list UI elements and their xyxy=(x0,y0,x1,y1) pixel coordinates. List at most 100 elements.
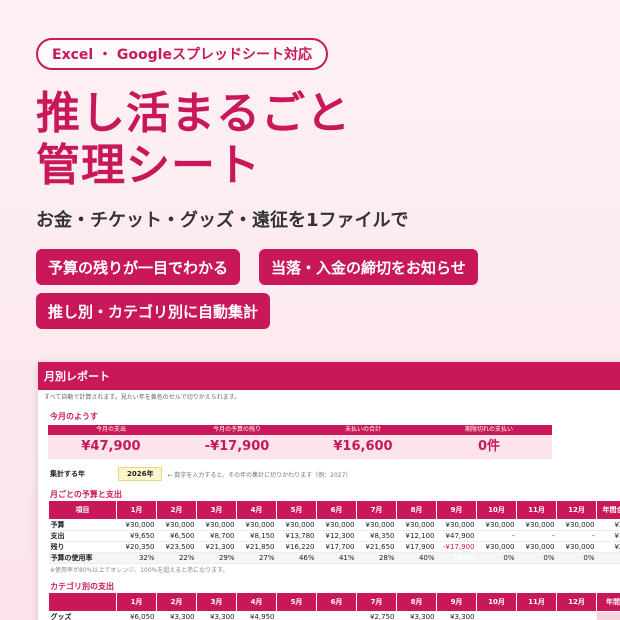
table-cell: ¥47,900 xyxy=(436,530,477,542)
table-cell: 46% xyxy=(276,552,317,564)
summary-value: ¥47,900 xyxy=(48,435,174,459)
column-header: 4月 xyxy=(236,500,277,520)
summary-title: 今月のようす xyxy=(50,412,98,421)
monthly-title: 月ごとの予算と支出 xyxy=(50,490,122,499)
column-header: 12月 xyxy=(556,592,597,612)
table-cell xyxy=(476,611,517,620)
table-cell: ¥21,650 xyxy=(356,541,397,553)
table-cell: ¥30,000 xyxy=(356,519,397,531)
table-cell: - xyxy=(516,530,557,542)
table-cell: ¥30,000 xyxy=(236,519,277,531)
year-selector: 集計する年 2026年 ← 数字を入力すると、その年の集計に切りかわります（例：… xyxy=(38,459,620,481)
table-cell: ¥30,000 xyxy=(196,519,237,531)
table-cell xyxy=(316,611,357,620)
table-cell: 0% xyxy=(516,552,557,564)
summary-value: -¥17,900 xyxy=(174,435,300,459)
table-cell: ¥30,000 xyxy=(156,519,197,531)
table-cell: 0% xyxy=(476,552,517,564)
column-header: 項目 xyxy=(48,500,117,520)
table-cell: ¥16,220 xyxy=(276,541,317,553)
table-cell: 0% xyxy=(556,552,597,564)
table-cell: 22% xyxy=(156,552,197,564)
table-cell: ¥3,300 xyxy=(396,611,437,620)
title-line-2: 管理シート xyxy=(36,140,261,191)
row-header: 支出 xyxy=(48,530,117,542)
table-cell: ¥12,100 xyxy=(396,530,437,542)
summary-label: 今月の支出 xyxy=(48,425,174,435)
monthly-table: 項目1月2月3月4月5月6月7月8月9月10月11月12月年間合計予算¥30,0… xyxy=(48,500,620,564)
column-header: 7月 xyxy=(356,592,397,612)
column-header: 3月 xyxy=(196,500,237,520)
table-cell: 40% xyxy=(396,552,437,564)
table-row: グッズ ¥6,050 ¥3,300 ¥3,300 ¥4,950 ¥2,750 ¥3,300 ¥… xyxy=(48,611,620,620)
column-header: 5月 xyxy=(276,592,317,612)
table-cell: 29% xyxy=(196,552,237,564)
table-cell: ¥8,350 xyxy=(356,530,397,542)
table-cell: ¥127, xyxy=(596,530,620,542)
row-header: 予算の使用率 xyxy=(48,552,117,564)
table-cell: ¥30,000 xyxy=(316,519,357,531)
category-title: カテゴリ別の支出 xyxy=(50,582,114,591)
page-title: 推し活まるごと 管理シート xyxy=(36,88,351,192)
year-label: 集計する年 xyxy=(50,470,85,478)
spreadsheet-preview: 月別レポート すべて自動で計算されます。見たい年を黄色のセルで切りかえられます。… xyxy=(38,362,620,620)
table-row: 支出 ¥9,650 ¥6,500 ¥8,700 ¥8,150 ¥13,780 ¥12,300… xyxy=(48,530,620,542)
column-header: 7月 xyxy=(356,500,397,520)
year-input[interactable]: 2026年 xyxy=(118,467,163,481)
table-cell: ¥30,000 xyxy=(276,519,317,531)
table-cell: ¥21,850 xyxy=(236,541,277,553)
column-header: 年間合 xyxy=(596,592,620,612)
sheet-title: 月別レポート xyxy=(38,362,620,390)
summary-card: 期限切れの支払い 0件 xyxy=(426,425,552,459)
column-header: 4月 xyxy=(236,592,277,612)
table-cell: ¥9,650 xyxy=(116,530,157,542)
column-header: 9月 xyxy=(436,500,477,520)
table-cell: ¥30,000 xyxy=(116,519,157,531)
summary-cards: 今月の支出 ¥47,900 今月の予算の残り -¥17,900 未払いの合計 ¥… xyxy=(48,425,552,459)
table-row: 予算 ¥30,000 ¥30,000 ¥30,000 ¥30,000 ¥30,000 ¥30… xyxy=(48,519,620,531)
summary-card: 今月の支出 ¥47,900 xyxy=(48,425,174,459)
table-cell: ¥8,150 xyxy=(236,530,277,542)
table-cell xyxy=(556,611,597,620)
table-cell: ¥360, xyxy=(596,519,620,531)
table-cell: 160% xyxy=(436,552,477,564)
monthly-note: ※使用率が80%以上でオレンジ、100%を超えると赤になります。 xyxy=(50,567,229,574)
column-header: 6月 xyxy=(316,592,357,612)
column-header: 10月 xyxy=(476,592,517,612)
table-cell: ¥30,000 xyxy=(556,519,597,531)
table-cell: ¥17,700 xyxy=(316,541,357,553)
table-cell: ¥17,900 xyxy=(396,541,437,553)
column-header: 6月 xyxy=(316,500,357,520)
column-header: 年間合計 xyxy=(596,500,620,520)
table-cell: ¥232, xyxy=(596,541,620,553)
column-header xyxy=(48,592,117,612)
column-header: 10月 xyxy=(476,500,517,520)
table-cell xyxy=(596,611,620,620)
column-header: 3月 xyxy=(196,592,237,612)
table-cell: ¥30,000 xyxy=(476,541,517,553)
category-table: 1月2月3月4月5月6月7月8月9月10月11月12月年間合グッズ¥6,050¥… xyxy=(48,592,620,620)
table-cell: ¥3,300 xyxy=(196,611,237,620)
summary-value: 0件 xyxy=(426,435,552,459)
column-header: 5月 xyxy=(276,500,317,520)
row-header: グッズ xyxy=(48,611,117,620)
summary-card: 今月の予算の残り -¥17,900 xyxy=(174,425,300,459)
row-header: 予算 xyxy=(48,519,117,531)
table-cell xyxy=(276,611,317,620)
column-header: 9月 xyxy=(436,592,477,612)
title-line-1: 推し活まるごと xyxy=(36,88,351,139)
table-cell: ¥3,300 xyxy=(156,611,197,620)
subtitle: お金・チケット・グッズ・遠征を1ファイルで xyxy=(36,210,409,231)
table-cell: 27% xyxy=(236,552,277,564)
table-cell xyxy=(596,552,620,564)
summary-label: 期限切れの支払い xyxy=(426,425,552,435)
table-cell: ¥30,000 xyxy=(476,519,517,531)
sheet-note: すべて自動で計算されます。見たい年を黄色のセルで切りかえられます。 xyxy=(44,394,241,401)
table-cell: ¥23,500 xyxy=(156,541,197,553)
table-cell: 28% xyxy=(356,552,397,564)
column-header: 12月 xyxy=(556,500,597,520)
table-cell: ¥4,950 xyxy=(236,611,277,620)
column-header: 2月 xyxy=(156,592,197,612)
column-header: 11月 xyxy=(516,500,557,520)
row-header: 残り xyxy=(48,541,117,553)
